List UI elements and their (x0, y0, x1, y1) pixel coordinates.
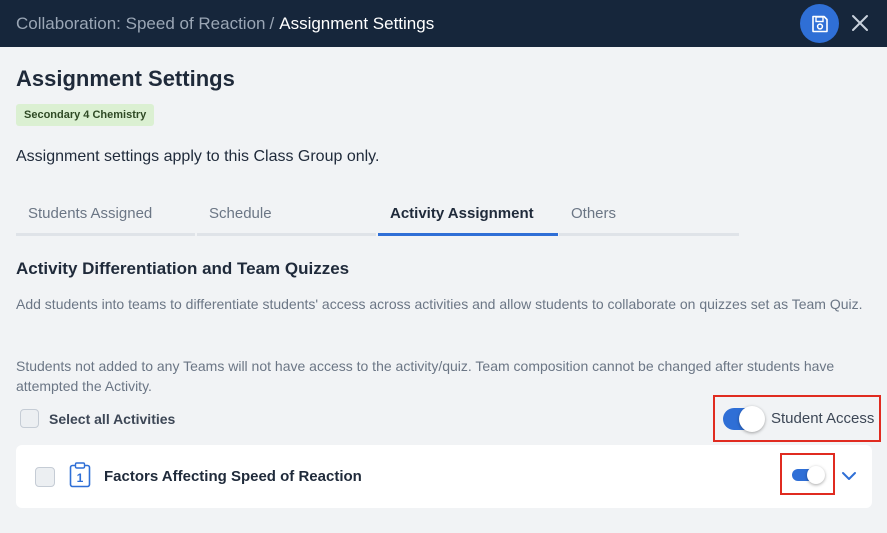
save-icon (811, 15, 828, 32)
clipboard-icon: 1 (69, 462, 91, 488)
select-all-checkbox[interactable] (20, 409, 39, 428)
page-title: Assignment Settings (16, 66, 235, 91)
class-group-badge: Secondary 4 Chemistry (16, 104, 155, 126)
breadcrumb-separator: / (269, 13, 275, 33)
settings-tabs: Students Assigned Schedule Activity Assi… (16, 197, 739, 236)
close-icon (852, 15, 868, 31)
save-button[interactable] (800, 4, 839, 43)
chevron-down-icon[interactable] (840, 467, 858, 485)
select-all-activities[interactable]: Select all Activities (20, 409, 175, 428)
breadcrumb: Collaboration: Speed of Reaction / Assignm… (16, 14, 434, 34)
breadcrumb-parent[interactable]: Collaboration: Speed of Reaction (16, 14, 266, 33)
activity-row: 1 Factors Affecting Speed of Reaction (16, 445, 872, 508)
activity-access-toggle[interactable] (792, 466, 825, 484)
section-description-access: Students not added to any Teams will not… (16, 358, 835, 394)
student-access-label: Student Access (771, 410, 875, 427)
top-bar: Collaboration: Speed of Reaction / Assignm… (0, 0, 887, 47)
tab-others[interactable]: Others (559, 197, 739, 236)
assignment-settings-panel: Assignment Settings Secondary 4 Chemistr… (0, 47, 887, 533)
student-access-control: Student Access (713, 395, 881, 442)
tab-schedule[interactable]: Schedule (197, 197, 376, 236)
tab-students-assigned[interactable]: Students Assigned (16, 197, 195, 236)
toggle-knob (739, 406, 765, 432)
clipboard-number: 1 (77, 471, 84, 485)
activity-access-control (780, 453, 835, 495)
activity-title: Factors Affecting Speed of Reaction (104, 468, 362, 485)
toggle-knob (807, 466, 825, 484)
tab-activity-assignment[interactable]: Activity Assignment (378, 197, 558, 236)
section-description-teams: Add students into teams to differentiate… (16, 296, 863, 312)
select-all-label: Select all Activities (49, 410, 176, 427)
close-button[interactable] (848, 11, 872, 35)
section-title: Activity Differentiation and Team Quizze… (16, 259, 350, 278)
student-access-toggle[interactable] (723, 406, 765, 432)
activity-checkbox[interactable] (35, 467, 55, 487)
breadcrumb-current: Assignment Settings (279, 13, 435, 33)
info-text: Assignment settings apply to this Class … (16, 148, 380, 165)
